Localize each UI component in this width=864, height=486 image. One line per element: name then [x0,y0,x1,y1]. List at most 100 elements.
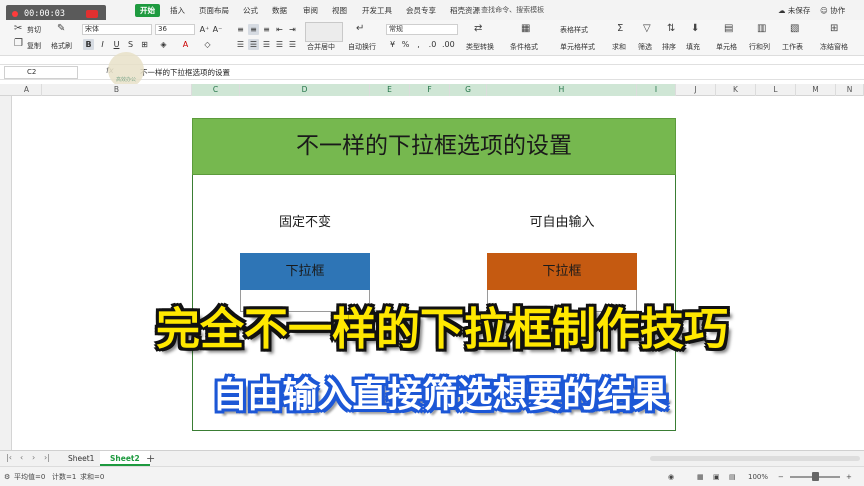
indent-increase-icon[interactable]: ⇥ [287,24,298,35]
tab-member[interactable]: 会员专享 [406,4,436,17]
align-center-icon[interactable]: ☰ [248,39,259,50]
zoom-out-icon[interactable]: − [778,471,784,483]
zoom-level[interactable]: 100% [748,471,768,483]
page-layout-view-icon[interactable]: ▣ [713,471,720,483]
font-name-select[interactable]: 宋体 [82,24,152,35]
align-right-icon[interactable]: ☰ [261,39,272,50]
font-size-select[interactable]: 36 [155,24,195,35]
zoom-slider-thumb[interactable] [812,472,819,481]
font-color-icon[interactable]: A [180,39,191,50]
add-sheet-icon[interactable]: + [146,452,155,465]
next-sheet-icon[interactable]: › [32,453,35,462]
tab-formulas[interactable]: 公式 [243,4,258,17]
command-search[interactable]: ⌕ 查找命令、搜索模板 [475,3,585,17]
col-c-header[interactable]: C [192,84,240,96]
horizontal-scrollbar[interactable] [650,456,860,461]
currency-icon[interactable]: ¥ [387,39,398,50]
underline-icon[interactable]: U [111,39,122,50]
fill-color-icon[interactable]: ◈ [158,39,169,50]
col-g-header[interactable]: G [450,84,487,96]
sum-button[interactable]: 求和 [612,42,626,52]
align-left-icon[interactable]: ☰ [235,39,246,50]
col-l-header[interactable]: L [756,84,796,96]
table-style-button[interactable]: 表格样式 [560,25,588,35]
col-b-header[interactable]: B [42,84,192,96]
collaborate-button[interactable]: ☺ 协作 [820,4,845,17]
col-d-header[interactable]: D [240,84,370,96]
bold-icon[interactable]: B [83,39,94,50]
clear-format-icon[interactable]: ◇ [202,39,213,50]
tab-data[interactable]: 数据 [272,4,287,17]
strikethrough-icon[interactable]: S [125,39,136,50]
decrease-decimal-icon[interactable]: .00 [442,39,455,50]
worksheet-button[interactable]: 工作表 [782,42,803,52]
align-bottom-icon[interactable]: ≡ [261,24,272,35]
fixed-label: 固定不变 [278,215,331,230]
tab-developer[interactable]: 开发工具 [362,4,392,17]
sheet-title-cell[interactable]: 不一样的下拉框选项的设置 [192,118,676,175]
settings-icon[interactable]: ⚙ [4,471,10,483]
type-convert-button[interactable]: 类型转换 [466,42,494,52]
col-n-header[interactable]: N [836,84,864,96]
name-box[interactable]: C2 [4,66,78,79]
col-a-header[interactable]: A [12,84,42,96]
filter-icon: ▽ [643,23,651,34]
col-m-header[interactable]: M [796,84,836,96]
col-i-header[interactable]: I [637,84,676,96]
filter-button[interactable]: 筛选 [638,42,652,52]
tab-sheet1[interactable]: Sheet1 [58,451,104,466]
format-painter-icon: ✎ [57,23,66,34]
format-painter-button[interactable]: 格式刷 [51,41,72,51]
merge-center-button[interactable]: 合并居中 [307,42,335,52]
border-icon[interactable]: ⊞ [139,39,150,50]
rows-cols-button[interactable]: 行和列 [749,42,770,52]
formula-input[interactable]: 不一样的下拉框选项的设置 [140,67,230,78]
auto-wrap-button[interactable]: 自动换行 [348,42,376,52]
sheet-tab-bar: |‹ ‹ › ›| Sheet1 Sheet2 + [0,450,864,466]
distributed-icon[interactable]: ☰ [287,39,298,50]
prev-sheet-icon[interactable]: ‹ [20,453,23,462]
align-top-icon[interactable]: ≡ [235,24,246,35]
merge-center-icon[interactable] [305,22,343,42]
thousands-icon[interactable]: , [413,39,424,50]
column-header: A B C D E F G H I J K L M N [0,84,864,96]
tab-review[interactable]: 审阅 [303,4,318,17]
unsaved-button[interactable]: ☁ 未保存 [778,4,810,17]
last-sheet-icon[interactable]: ›| [44,453,50,462]
zoom-in-icon[interactable]: + [846,471,852,483]
col-h-header[interactable]: H [487,84,637,96]
cells-button[interactable]: 单元格 [716,42,737,52]
cell-style-button[interactable]: 单元格样式 [560,42,595,52]
number-format-select[interactable]: 常规 [386,24,458,35]
eye-protection-icon[interactable]: ◉ [668,471,674,483]
unsaved-label: 未保存 [787,6,811,15]
tab-home[interactable]: 开始 [135,4,160,17]
freeze-panes-button[interactable]: 冻结窗格 [820,42,848,52]
tab-sheet2[interactable]: Sheet2 [100,451,150,466]
indent-decrease-icon[interactable]: ⇤ [274,24,285,35]
decrease-font-icon[interactable]: A⁻ [212,24,223,35]
tab-view[interactable]: 视图 [332,4,347,17]
tab-insert[interactable]: 插入 [170,4,185,17]
justify-icon[interactable]: ☰ [274,39,285,50]
conditional-format-button[interactable]: 条件格式 [510,42,538,52]
sort-button[interactable]: 排序 [662,42,676,52]
increase-font-icon[interactable]: A⁺ [199,24,210,35]
col-j-header[interactable]: J [676,84,716,96]
col-e-header[interactable]: E [370,84,410,96]
col-f-header[interactable]: F [410,84,450,96]
first-sheet-icon[interactable]: |‹ [6,453,12,462]
align-middle-icon[interactable]: ≡ [248,24,259,35]
normal-view-icon[interactable]: ▦ [697,471,704,483]
percent-icon[interactable]: % [400,39,411,50]
col-k-header[interactable]: K [716,84,756,96]
italic-icon[interactable]: I [97,39,108,50]
copy-button[interactable]: 复制 [27,41,41,51]
page-break-view-icon[interactable]: ▤ [729,471,736,483]
watermark-text: 高效办公 [115,77,136,83]
cut-button[interactable]: 剪切 [27,25,41,35]
increase-decimal-icon[interactable]: .0 [427,39,438,50]
tab-page-layout[interactable]: 页面布局 [199,4,229,17]
average-stat: 平均值=0 [14,473,46,481]
fill-button[interactable]: 填充 [686,42,700,52]
